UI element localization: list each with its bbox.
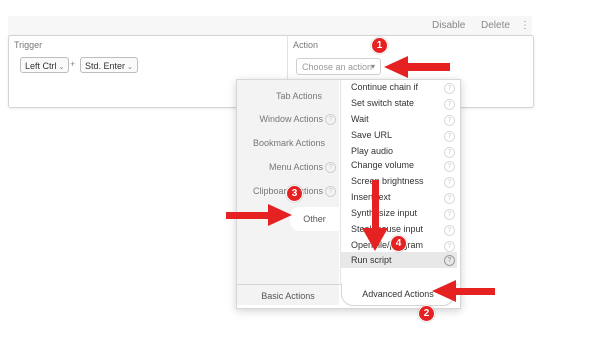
arrow-to-advanced-tab (432, 280, 495, 302)
step-badge-2: 2 (418, 305, 435, 322)
arrow-to-other (226, 204, 292, 226)
arrow-to-select (384, 56, 450, 78)
annotation-arrows (226, 56, 495, 302)
step-badge-3: 3 (286, 185, 303, 202)
step-badge-1: 1 (371, 37, 388, 54)
step-badge-4: 4 (390, 235, 407, 252)
arrow-to-run-script (362, 180, 388, 251)
